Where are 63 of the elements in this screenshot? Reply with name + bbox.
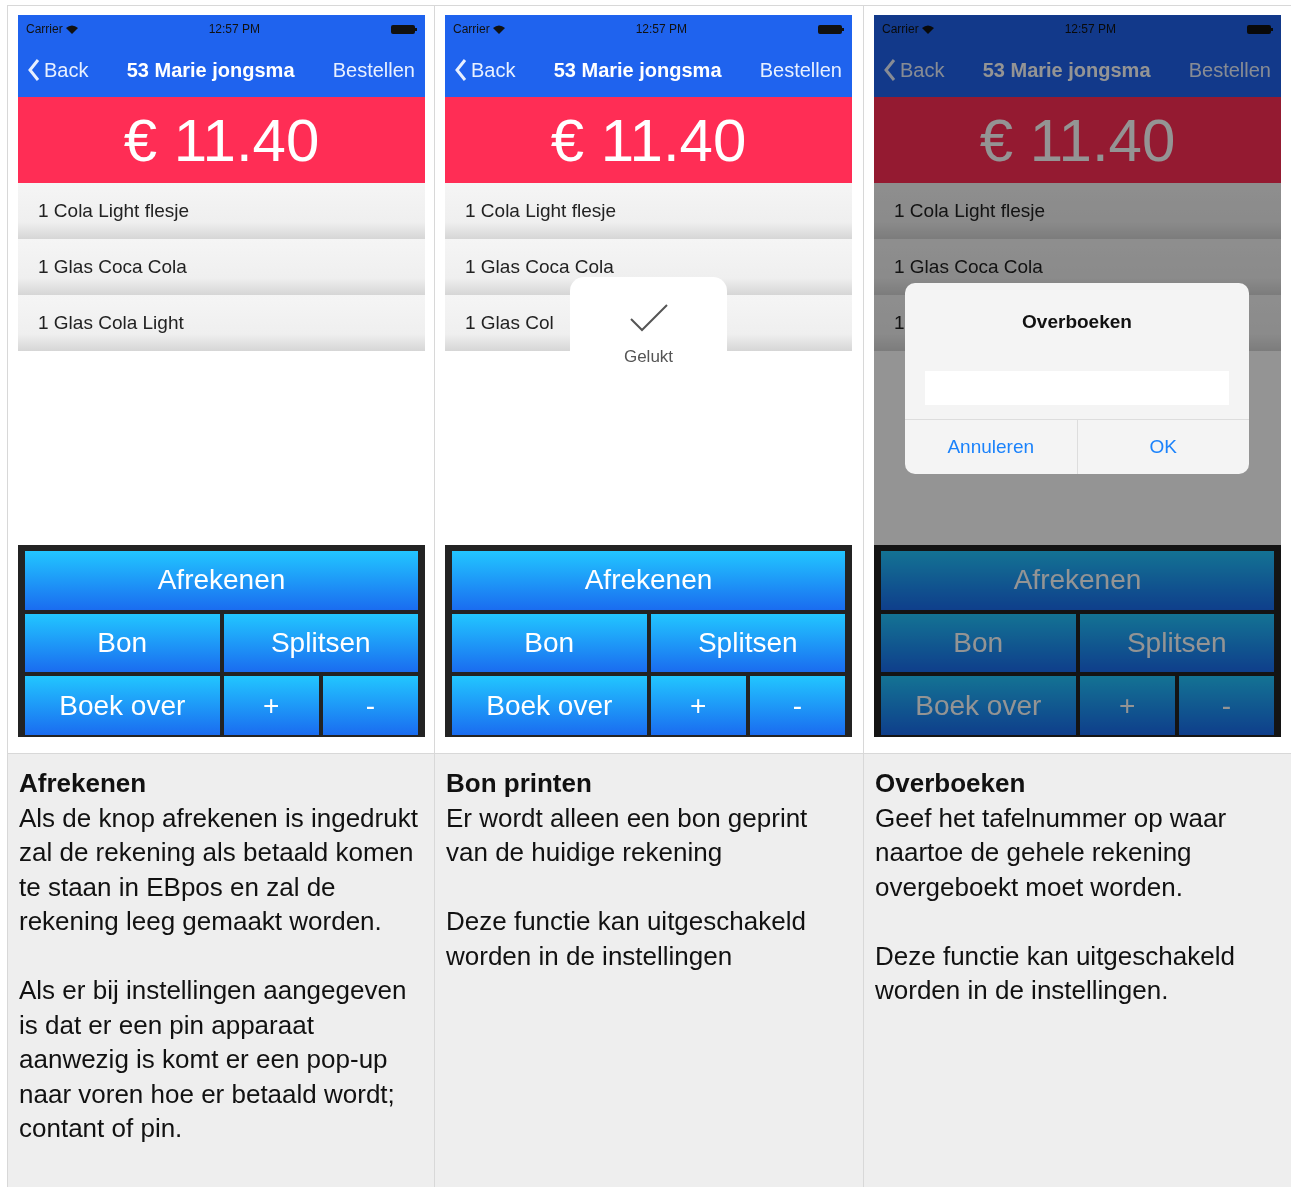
wifi-icon [921,24,934,34]
description-paragraph: Als er bij instellingen aangegeven is dat er een pin apparaat aanwezig is komt er een pop-up naar voren hoe er betaald wordt; contant of pin. [19,974,408,1145]
description-paragraph: Als de knop afrekenen is ingedrukt zal de rekening als betaald komen te staan in EBpos en zal de rekening leeg gemaakt worden. [19,801,419,938]
back-link[interactable]: Back [455,58,516,82]
total-amount: € 11.40 [445,97,852,183]
dialog-title: Overboeken [1021,311,1133,333]
dialog-button[interactable]: Annuleren [905,420,1077,474]
description-paragraph: Deze functie kan uitgeschakeld worden in de instellingen [446,905,807,973]
description-paragraph: Deze functie kan uitgeschakeld worden in de instellingen. [875,939,1236,1007]
action-button[interactable]: Boek over [881,676,1076,735]
time-label: 12:57 PM [208,22,260,36]
action-button[interactable]: Boek over [452,676,647,735]
action-button[interactable]: - [322,676,418,735]
section-title: Afrekenen [19,767,148,800]
wifi-icon [492,24,505,34]
action-button[interactable]: Bon [881,613,1076,673]
battery-icon [1247,24,1273,34]
action-button[interactable]: Bon [452,613,647,673]
dialog-button[interactable]: OK [1076,420,1249,474]
order-item[interactable]: 1 Glas Cola Light [18,295,425,351]
nav-title: 53 Marie jongsma [126,58,295,82]
action-button[interactable]: Splitsen [223,613,418,673]
nav-title: 53 Marie jongsma [982,58,1151,82]
section-title: Overboeken [875,767,1027,800]
chevron-left-icon [455,59,467,81]
action-button[interactable]: Splitsen [650,613,845,673]
time-label: 12:57 PM [1064,22,1116,36]
action-button[interactable]: Afrekenen [25,551,418,610]
carrier-label: Carrier [882,22,919,36]
total-amount: € 11.40 [874,97,1281,183]
time-label: 12:57 PM [635,22,687,36]
back-link[interactable]: Back [884,58,945,82]
order-item[interactable]: 1 Cola Light flesje [18,183,425,239]
back-link[interactable]: Back [28,58,89,82]
battery-icon [818,24,844,34]
action-button[interactable]: Splitsen [1079,613,1274,673]
nav-title: 53 Marie jongsma [553,58,722,82]
description-paragraph: Geef het tafelnummer op waar naartoe de gehele rekening overgeboekt moet worden. [875,801,1228,904]
action-button[interactable]: Bon [25,613,220,673]
chevron-left-icon [28,59,40,81]
action-button[interactable]: Afrekenen [881,551,1274,610]
action-button[interactable]: - [1178,676,1274,735]
wifi-icon [65,24,78,34]
carrier-label: Carrier [453,22,490,36]
action-button[interactable]: Afrekenen [452,551,845,610]
carrier-label: Carrier [26,22,63,36]
order-item[interactable]: 1 Cola Light flesje [874,183,1281,239]
order-link[interactable]: Bestellen [332,58,415,82]
chevron-left-icon [884,59,896,81]
order-item[interactable]: 1 Glas Coca Cola [18,239,425,295]
checkmark-icon [628,303,669,333]
action-button[interactable]: Boek over [25,676,220,735]
section-title: Bon printen [446,767,593,800]
action-button[interactable]: + [223,676,319,735]
order-link[interactable]: Bestellen [759,58,842,82]
order-item[interactable]: 1 Cola Light flesje [445,183,852,239]
battery-icon [391,24,417,34]
description-paragraph: Er wordt alleen een bon geprint van de huidige rekening [446,801,809,869]
action-button[interactable]: + [650,676,746,735]
action-button[interactable]: + [1079,676,1175,735]
action-button[interactable]: - [749,676,845,735]
total-amount: € 11.40 [18,97,425,183]
order-link[interactable]: Bestellen [1188,58,1271,82]
